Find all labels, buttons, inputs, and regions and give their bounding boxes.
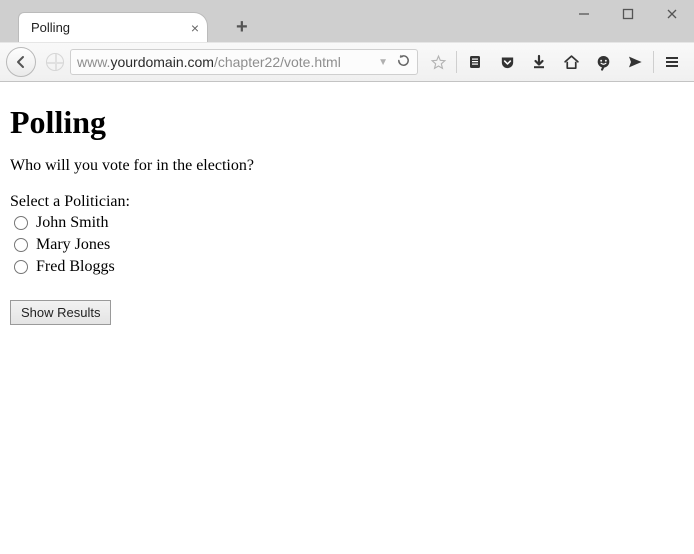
- browser-tab[interactable]: Polling ×: [18, 12, 208, 42]
- window-titlebar: Polling × +: [0, 0, 694, 42]
- page-heading: Polling: [10, 104, 684, 141]
- reload-icon[interactable]: [396, 53, 411, 71]
- url-text: www.yourdomain.com/chapter22/vote.html: [77, 54, 378, 70]
- back-button[interactable]: [6, 47, 36, 77]
- browser-toolbar: www.yourdomain.com/chapter22/vote.html ▼: [0, 42, 694, 82]
- toolbar-separator: [653, 51, 654, 73]
- window-minimize-button[interactable]: [562, 0, 606, 28]
- show-results-button[interactable]: Show Results: [10, 300, 111, 325]
- send-icon[interactable]: [619, 48, 651, 76]
- poll-radio[interactable]: [14, 260, 28, 274]
- poll-question: Who will you vote for in the election?: [10, 157, 684, 175]
- poll-option-label: John Smith: [36, 213, 108, 234]
- window-close-button[interactable]: [650, 0, 694, 28]
- window-maximize-button[interactable]: [606, 0, 650, 28]
- toolbar-icons: [422, 48, 688, 76]
- toolbar-separator: [456, 51, 457, 73]
- poll-option[interactable]: Fred Bloggs: [10, 257, 684, 278]
- home-icon[interactable]: [555, 48, 587, 76]
- url-domain: yourdomain.com: [110, 54, 214, 70]
- poll-radio[interactable]: [14, 216, 28, 230]
- new-tab-button[interactable]: +: [236, 17, 248, 37]
- chat-icon[interactable]: [587, 48, 619, 76]
- history-dropdown-icon[interactable]: ▼: [378, 57, 388, 68]
- downloads-icon[interactable]: [523, 48, 555, 76]
- url-path: /chapter22/vote.html: [214, 54, 341, 70]
- poll-option-label: Mary Jones: [36, 235, 110, 256]
- poll-option[interactable]: Mary Jones: [10, 235, 684, 256]
- bookmark-star-icon[interactable]: [422, 48, 454, 76]
- site-identity-icon[interactable]: [46, 53, 64, 71]
- tab-title: Polling: [31, 20, 70, 35]
- url-prefix: www.: [77, 54, 110, 70]
- reader-icon[interactable]: [459, 48, 491, 76]
- poll-group-label: Select a Politician:: [10, 193, 684, 211]
- address-bar[interactable]: www.yourdomain.com/chapter22/vote.html ▼: [70, 49, 418, 75]
- pocket-icon[interactable]: [491, 48, 523, 76]
- poll-option[interactable]: John Smith: [10, 213, 684, 234]
- tab-close-icon[interactable]: ×: [191, 21, 199, 35]
- poll-radio[interactable]: [14, 238, 28, 252]
- menu-icon[interactable]: [656, 48, 688, 76]
- poll-option-label: Fred Bloggs: [36, 257, 115, 278]
- page-content: Polling Who will you vote for in the ele…: [0, 82, 694, 333]
- window-controls: [562, 0, 694, 28]
